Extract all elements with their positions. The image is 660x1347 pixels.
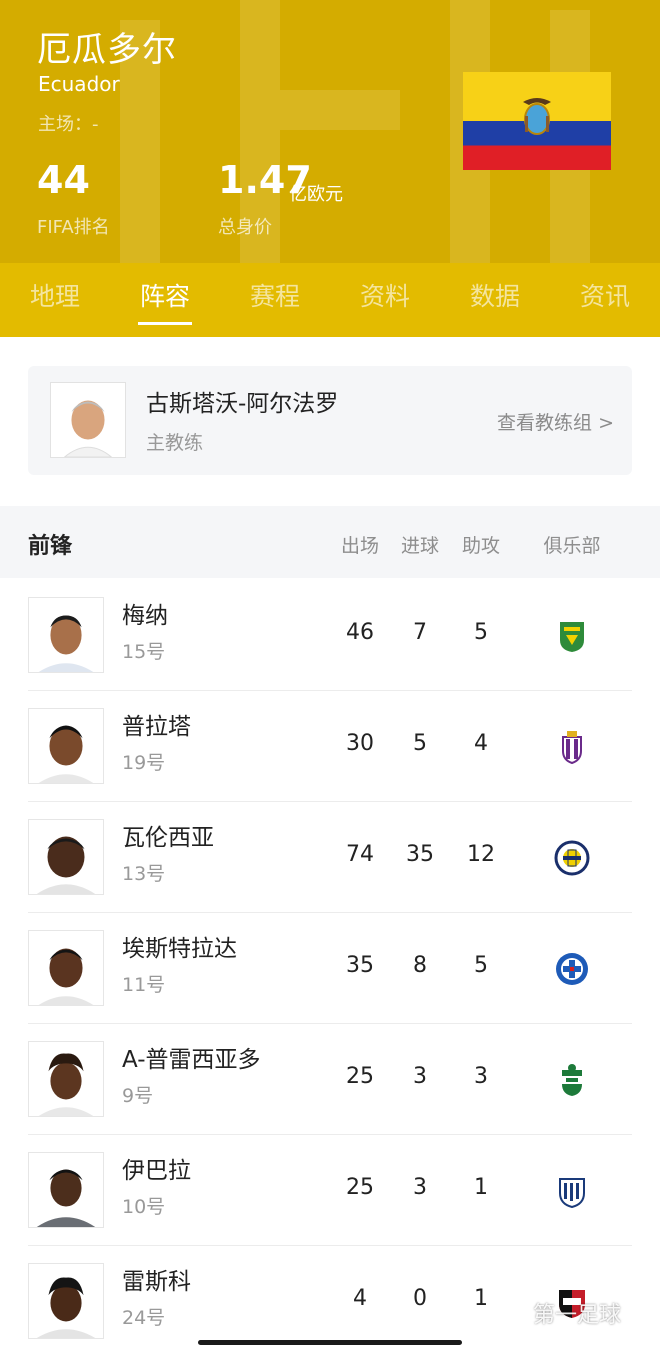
- team-name-cn: 厄瓜多尔: [37, 30, 177, 70]
- player-goals: 8: [413, 953, 427, 978]
- tab-bar: 地理 阵容 赛程 资料 数据 资讯: [0, 263, 660, 337]
- tab-data[interactable]: 数据: [440, 263, 550, 337]
- fifa-rank-label: FIFA排名: [37, 217, 110, 238]
- leon-badge-icon[interactable]: [554, 618, 590, 654]
- player-name: 瓦伦西亚: [122, 825, 214, 851]
- player-goals: 3: [413, 1064, 427, 1089]
- tab-squad[interactable]: 阵容: [110, 263, 220, 337]
- player-row[interactable]: 普拉塔 19号 30 5 4: [0, 691, 660, 802]
- player-number: 24号: [122, 1307, 166, 1329]
- player-name: 伊巴拉: [122, 1158, 191, 1184]
- player-row[interactable]: 梅纳 15号 46 7 5: [0, 580, 660, 691]
- coach-card[interactable]: 古斯塔沃-阿尔法罗 主教练 查看教练组 >: [28, 366, 632, 475]
- player-avatar: [28, 819, 104, 895]
- player-avatar: [28, 1152, 104, 1228]
- team-header: 厄瓜多尔 Ecuador 主场：- 44 FIFA排名 1.47 亿欧元 总身价: [0, 0, 660, 263]
- player-name: 普拉塔: [122, 714, 191, 740]
- player-avatar: [28, 597, 104, 673]
- watermark: 第一足球: [533, 1303, 622, 1328]
- player-assists: 3: [474, 1064, 488, 1089]
- player-avatar: [28, 1041, 104, 1117]
- player-name: A-普雷西亚多: [122, 1047, 261, 1073]
- player-goals: 0: [413, 1286, 427, 1311]
- player-assists: 5: [474, 620, 488, 645]
- player-assists: 12: [467, 842, 495, 867]
- coach-avatar: [50, 382, 126, 458]
- tab-news[interactable]: 资讯: [550, 263, 660, 337]
- player-number: 13号: [122, 863, 166, 885]
- tab-geography[interactable]: 地理: [0, 263, 110, 337]
- team-name-en: Ecuador: [38, 72, 120, 96]
- player-row[interactable]: 埃斯特拉达 11号 35 8 5: [0, 913, 660, 1024]
- fenerbahce-badge-icon[interactable]: [554, 840, 590, 876]
- fifa-rank-value: 44: [37, 158, 90, 202]
- player-number: 10号: [122, 1196, 166, 1218]
- market-value-unit: 亿欧元: [289, 184, 343, 205]
- pachuca-badge-icon[interactable]: [554, 1173, 590, 1209]
- forwards-section-header: 前锋 出场 进球 助攻 俱乐部: [0, 506, 660, 578]
- valladolid-badge-icon[interactable]: [554, 729, 590, 765]
- player-row[interactable]: A-普雷西亚多 9号 25 3 3: [0, 1024, 660, 1135]
- player-row[interactable]: 伊巴拉 10号 25 3 1: [0, 1135, 660, 1246]
- player-assists: 4: [474, 731, 488, 756]
- player-row[interactable]: 瓦伦西亚 13号 74 35 12: [0, 802, 660, 913]
- player-name: 埃斯特拉达: [122, 936, 237, 962]
- player-avatar: [28, 708, 104, 784]
- player-goals: 3: [413, 1175, 427, 1200]
- player-assists: 5: [474, 953, 488, 978]
- tab-profile[interactable]: 资料: [330, 263, 440, 337]
- player-goals: 7: [413, 620, 427, 645]
- player-name: 雷斯科: [122, 1269, 191, 1295]
- tab-schedule[interactable]: 赛程: [220, 263, 330, 337]
- coach-role: 主教练: [146, 432, 204, 454]
- player-number: 15号: [122, 641, 166, 663]
- column-header-goals: 进球: [400, 535, 439, 557]
- player-avatar: [28, 1263, 104, 1339]
- section-title: 前锋: [28, 534, 73, 559]
- player-assists: 1: [474, 1286, 488, 1311]
- home-indicator[interactable]: [198, 1340, 462, 1345]
- cruz-azul-badge-icon[interactable]: [554, 951, 590, 987]
- market-value-label: 总身价: [218, 217, 272, 238]
- active-tab-underline: [138, 322, 192, 325]
- view-coaching-staff-link[interactable]: 查看教练组 >: [497, 408, 614, 435]
- coach-name: 古斯塔沃-阿尔法罗: [146, 391, 339, 417]
- column-header-club: 俱乐部: [543, 535, 601, 557]
- player-number: 9号: [122, 1085, 154, 1107]
- ecuador-flag-icon: [463, 72, 611, 170]
- home-stadium: 主场：-: [38, 114, 99, 135]
- column-header-assists: 助攻: [461, 535, 500, 557]
- player-number: 19号: [122, 752, 166, 774]
- player-assists: 1: [474, 1175, 488, 1200]
- player-goals: 35: [406, 842, 434, 867]
- player-name: 梅纳: [122, 603, 168, 629]
- player-avatar: [28, 930, 104, 1006]
- player-goals: 5: [413, 731, 427, 756]
- player-number: 11号: [122, 974, 166, 996]
- santos-laguna-badge-icon[interactable]: [554, 1062, 590, 1098]
